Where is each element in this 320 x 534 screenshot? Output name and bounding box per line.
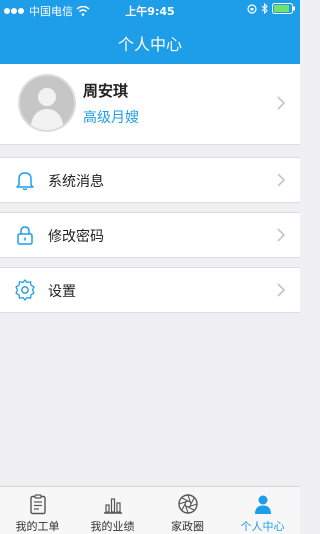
menu-item-settings[interactable]: 设置 <box>0 267 300 313</box>
menu-item-change-password[interactable]: 修改密码 <box>0 212 300 258</box>
person-icon <box>255 495 271 514</box>
battery-icon <box>272 3 295 14</box>
gear-icon <box>15 279 35 301</box>
orientation-lock-icon <box>247 3 257 14</box>
tab-label: 我的业绩 <box>90 520 135 533</box>
status-right <box>247 3 296 14</box>
clipboard-icon <box>30 494 46 515</box>
menu-item-system-messages[interactable]: 系统消息 <box>0 157 300 203</box>
tab-personal-center[interactable]: 个人中心 <box>225 487 300 534</box>
default-avatar-icon <box>20 76 74 130</box>
chevron-right-icon <box>277 96 286 110</box>
tab-bar: 我的工单 我的业绩 家政圈 个人中心 <box>0 486 300 534</box>
profile-card[interactable]: 周安琪 高级月嫂 <box>0 64 300 145</box>
tab-housekeeping-circle[interactable]: 家政圈 <box>150 487 225 534</box>
chevron-right-icon <box>277 283 286 297</box>
tab-my-orders[interactable]: 我的工单 <box>0 487 75 534</box>
tab-label: 个人中心 <box>240 520 285 533</box>
menu-item-label: 设置 <box>48 284 76 300</box>
menu-item-label: 修改密码 <box>48 229 104 245</box>
tab-my-performance[interactable]: 我的业绩 <box>75 487 150 534</box>
lock-icon <box>17 226 33 245</box>
chevron-right-icon <box>277 173 286 187</box>
tab-label: 家政圈 <box>171 520 204 533</box>
profile-role: 高级月嫂 <box>83 110 139 126</box>
page-title: 个人中心 <box>117 35 182 54</box>
profile-name: 周安琪 <box>83 82 129 100</box>
bar-chart-icon <box>104 498 122 514</box>
aperture-icon <box>178 494 198 514</box>
bell-icon <box>16 172 34 191</box>
chevron-right-icon <box>277 228 286 242</box>
tab-label: 我的工单 <box>15 520 60 533</box>
avatar <box>18 74 76 132</box>
status-bar: 中国电信 上午9:45 <box>0 0 300 20</box>
bluetooth-icon <box>261 3 268 14</box>
nav-bar: 个人中心 <box>0 20 300 64</box>
menu-item-label: 系统消息 <box>48 174 104 190</box>
